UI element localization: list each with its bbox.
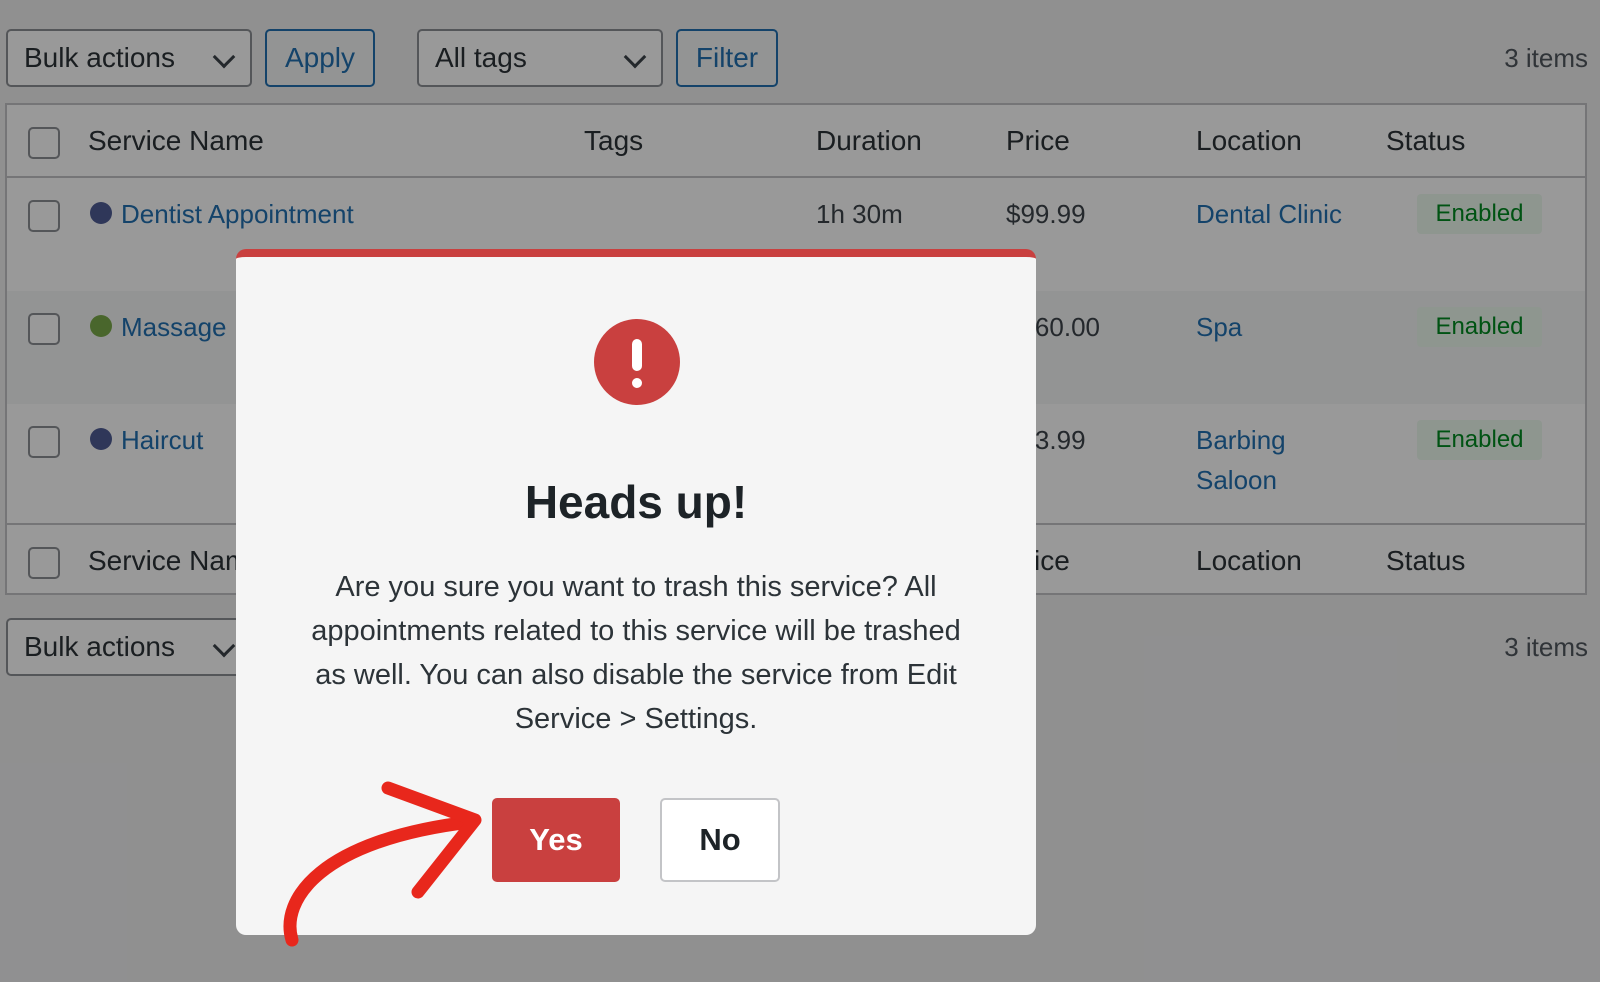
services-page: Bulk actions Apply All tags Filter 3 ite… xyxy=(0,0,1600,982)
yes-button[interactable]: Yes xyxy=(492,798,620,882)
exclamation-circle-icon xyxy=(594,319,680,405)
exclamation-dot xyxy=(632,378,642,388)
dialog-title: Heads up! xyxy=(524,476,748,528)
no-button[interactable]: No xyxy=(660,798,780,882)
dialog-message: Are you sure you want to trash this serv… xyxy=(311,571,961,735)
annotation-arrow-icon xyxy=(283,781,482,947)
exclamation-bar xyxy=(632,339,642,371)
